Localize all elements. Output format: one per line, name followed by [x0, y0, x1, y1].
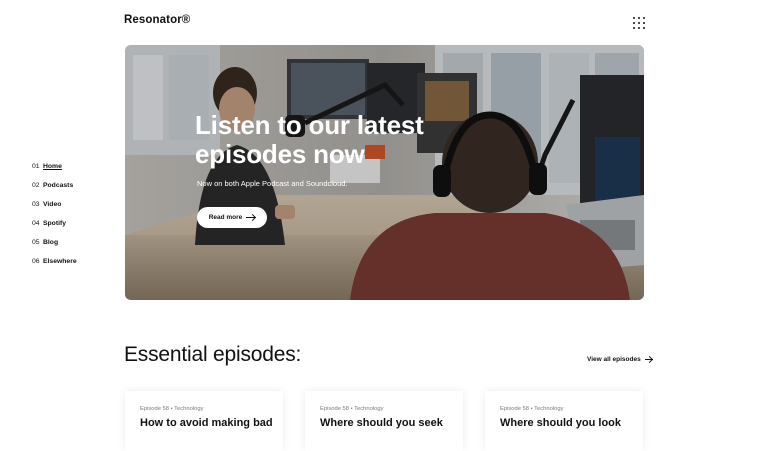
hero-title: Listen to our latest episodes now — [195, 110, 424, 169]
nav-item-number: 01 — [32, 163, 40, 170]
grid-menu-icon[interactable] — [633, 17, 645, 29]
arrow-right-icon — [246, 217, 256, 218]
nav-item-number: 06 — [32, 258, 40, 265]
episode-title[interactable]: How to avoid making bad — [140, 417, 283, 429]
nav-item-label[interactable]: Podcasts — [43, 182, 73, 189]
nav-item-spotify[interactable]: 04 Spotify — [32, 220, 77, 239]
episode-meta: Episode 58 • Technology — [500, 406, 564, 412]
episode-card[interactable]: Episode 58 • Technology Where should you… — [485, 391, 643, 451]
view-all-episodes-link[interactable]: View all episodes — [587, 356, 653, 363]
hero-subtitle: Now on both Apple Podcast and Soundcloud… — [197, 179, 348, 188]
nav-item-number: 05 — [32, 239, 40, 246]
episode-title[interactable]: Where should you look — [500, 417, 643, 429]
episode-card[interactable]: Episode 58 • Technology Where should you… — [305, 391, 463, 451]
nav-item-label[interactable]: Blog — [43, 239, 58, 246]
read-more-label: Read more — [208, 214, 243, 221]
nav-item-number: 03 — [32, 201, 40, 208]
side-nav: 01 Home 02 Podcasts 03 Video 04 Spotify … — [32, 163, 77, 277]
nav-item-label[interactable]: Video — [43, 201, 61, 208]
nav-item-video[interactable]: 03 Video — [32, 201, 77, 220]
episode-card[interactable]: Episode 58 • Technology How to avoid mak… — [125, 391, 283, 451]
nav-item-elsewhere[interactable]: 06 Elsewhere — [32, 258, 77, 277]
episode-title[interactable]: Where should you seek — [320, 417, 463, 429]
read-more-button[interactable]: Read more — [197, 207, 267, 228]
nav-item-home[interactable]: 01 Home — [32, 163, 77, 182]
episode-meta: Episode 58 • Technology — [140, 406, 204, 412]
brand-logo[interactable]: Resonator® — [124, 14, 190, 26]
hero-photo — [125, 45, 644, 300]
nav-item-label[interactable]: Home — [43, 163, 62, 170]
episode-meta: Episode 58 • Technology — [320, 406, 384, 412]
nav-item-number: 02 — [32, 182, 40, 189]
hero-banner: Listen to our latest episodes now Now on… — [125, 45, 644, 300]
nav-item-podcasts[interactable]: 02 Podcasts — [32, 182, 77, 201]
nav-item-label[interactable]: Spotify — [43, 220, 66, 227]
arrow-right-icon — [644, 359, 653, 360]
nav-item-number: 04 — [32, 220, 40, 227]
section-title: Essential episodes: — [124, 343, 302, 366]
view-all-label: View all episodes — [587, 356, 641, 363]
nav-item-blog[interactable]: 05 Blog — [32, 239, 77, 258]
nav-item-label[interactable]: Elsewhere — [43, 258, 77, 265]
